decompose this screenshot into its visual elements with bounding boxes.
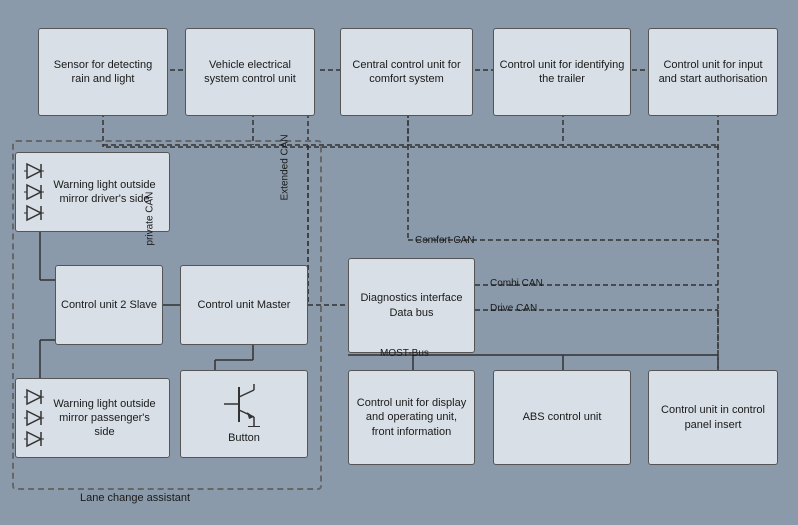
vehicle-elec-label: Vehicle electrical system control unit: [191, 58, 309, 87]
sensor-label: Sensor for detecting rain and light: [44, 58, 162, 87]
trailer-box: Control unit for identifying the trailer: [493, 28, 631, 116]
comfort-can-label: Comfort CAN: [415, 235, 474, 246]
central-control-label: Central control unit for comfort system: [346, 58, 467, 87]
start-auth-label: Control unit for input and start authori…: [654, 58, 772, 87]
diagnostics-box: Diagnostics interface Data bus: [348, 258, 475, 353]
control-panel-label: Control unit in control panel insert: [654, 403, 772, 432]
diagnostics-label: Diagnostics interface Data bus: [354, 291, 469, 320]
sensor-box: Sensor for detecting rain and light: [38, 28, 168, 116]
lane-change-border: [12, 140, 322, 490]
most-bus-label: MOST-Bus: [380, 348, 429, 359]
display-unit-box: Control unit for display and operating u…: [348, 370, 475, 465]
drive-can-label: Drive CAN: [490, 303, 537, 314]
abs-label: ABS control unit: [523, 410, 602, 424]
extended-can-label: Extended CAN: [280, 134, 291, 200]
private-can-label: private CAN: [145, 192, 156, 246]
central-control-box: Central control unit for comfort system: [340, 28, 473, 116]
trailer-label: Control unit for identifying the trailer: [499, 58, 625, 87]
vehicle-elec-box: Vehicle electrical system control unit: [185, 28, 315, 116]
control-panel-box: Control unit in control panel insert: [648, 370, 778, 465]
display-unit-label: Control unit for display and operating u…: [354, 396, 469, 439]
combi-can-label: Combi CAN: [490, 278, 543, 289]
lane-change-label: Lane change assistant: [80, 492, 190, 504]
abs-box: ABS control unit: [493, 370, 631, 465]
start-auth-box: Control unit for input and start authori…: [648, 28, 778, 116]
